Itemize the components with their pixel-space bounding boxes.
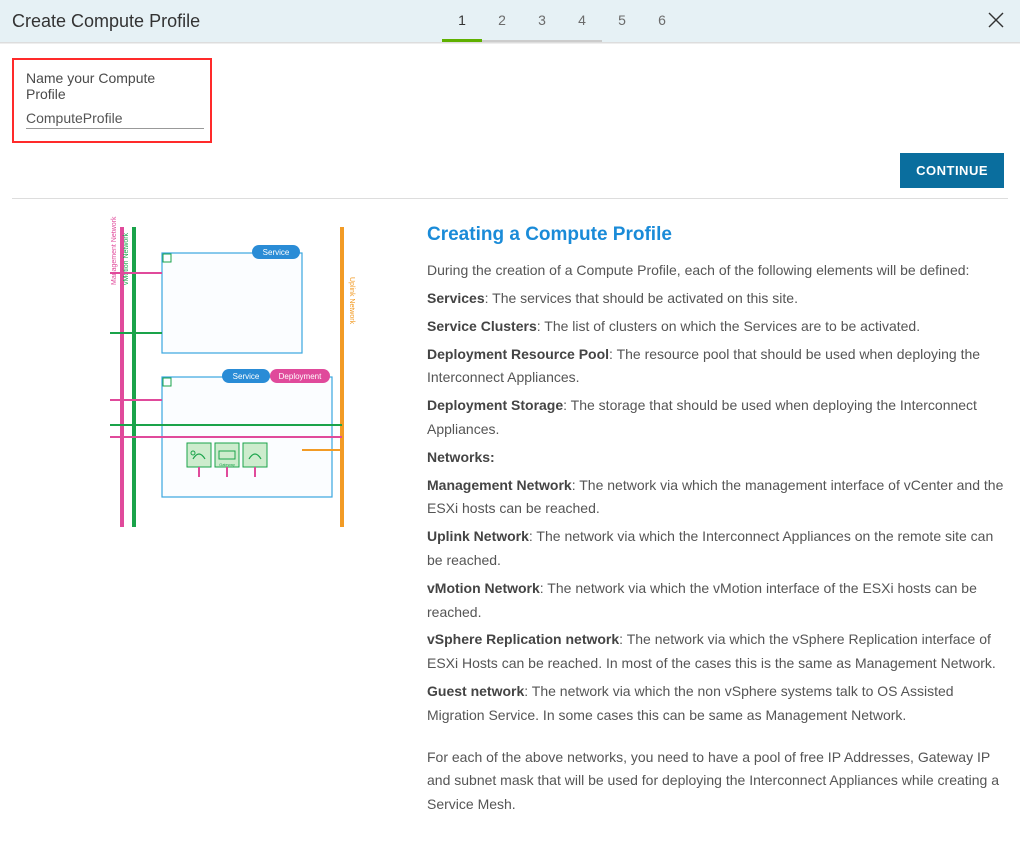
wizard-step-2[interactable]: 2 [482,0,522,42]
wizard-step-6[interactable]: 6 [642,0,682,42]
wizard-step-5[interactable]: 5 [602,0,642,42]
svg-text:Deployment: Deployment [279,372,322,381]
info-services: Services: The services that should be ac… [427,287,1008,311]
info-drp: Deployment Resource Pool: The resource p… [427,343,1008,391]
info-vsr: vSphere Replication network: The network… [427,628,1008,676]
wizard-step-4[interactable]: 4 [562,0,602,42]
info-clusters: Service Clusters: The list of clusters o… [427,315,1008,339]
info-footer: For each of the above networks, you need… [427,746,1008,817]
diagram: Management Network vMotion Network Uplin… [12,215,407,538]
svg-text:Service: Service [263,248,290,257]
wizard-steps: 123456 [442,0,682,42]
info-intro: During the creation of a Compute Profile… [427,259,1008,283]
info-networks-label: Networks: [427,446,1008,470]
svg-text:Service: Service [233,372,260,381]
close-icon[interactable] [986,10,1006,33]
svg-text:Management Network: Management Network [111,216,118,285]
continue-button[interactable]: CONTINUE [900,153,1004,188]
info-heading: Creating a Compute Profile [427,219,1008,251]
name-profile-box: Name your Compute Profile [12,58,212,143]
name-profile-label: Name your Compute Profile [26,70,198,102]
svg-text:vMotion Network: vMotion Network [123,232,130,285]
info-guest: Guest network: The network via which the… [427,680,1008,728]
svg-text:Uplink Network: Uplink Network [348,277,355,325]
info-vmotion: vMotion Network: The network via which t… [427,577,1008,625]
info-uplink: Uplink Network: The network via which th… [427,525,1008,573]
wizard-step-1[interactable]: 1 [442,0,482,42]
info-mgmt: Management Network: The network via whic… [427,474,1008,522]
svg-text:Gateway: Gateway [219,462,235,467]
info-ds: Deployment Storage: The storage that sho… [427,394,1008,442]
wizard-step-3[interactable]: 3 [522,0,562,42]
page-title: Create Compute Profile [12,11,200,32]
name-profile-input[interactable] [26,108,204,129]
